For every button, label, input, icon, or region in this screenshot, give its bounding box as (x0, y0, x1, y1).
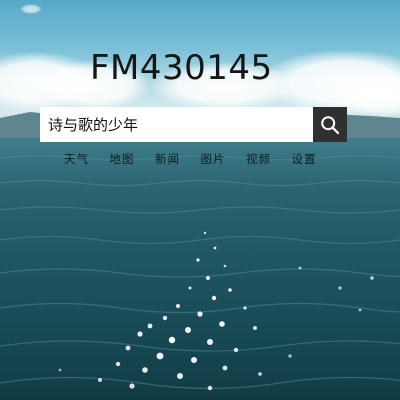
sea-waves (0, 155, 400, 391)
search-input[interactable] (40, 107, 313, 142)
cloud (20, 4, 42, 14)
search-button[interactable] (313, 107, 347, 142)
nav-link-settings[interactable]: 设置 (292, 151, 338, 167)
nav-link-weather[interactable]: 天气 (64, 151, 110, 167)
nav-link-images[interactable]: 图片 (201, 151, 247, 167)
search-bar (40, 107, 347, 142)
nav-links: 天气 地图 新闻 图片 视频 设置 (64, 151, 337, 167)
search-icon (321, 115, 340, 134)
nav-link-videos[interactable]: 视频 (246, 151, 292, 167)
nav-link-news[interactable]: 新闻 (155, 151, 201, 167)
nav-link-map[interactable]: 地图 (110, 151, 156, 167)
brand-title: FM430145 (90, 48, 273, 88)
